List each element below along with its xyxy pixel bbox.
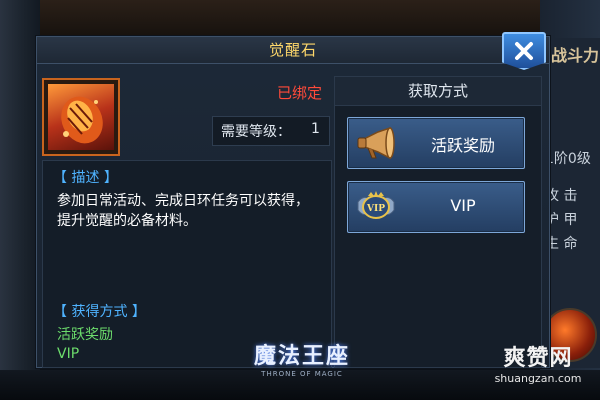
vip-button[interactable]: VIP VIP [347, 181, 525, 233]
combat-power-label: 战斗力 [551, 46, 600, 65]
level-label: 需要等级： [221, 124, 291, 140]
svg-text:VIP: VIP [366, 204, 385, 214]
left-background-scene [0, 0, 40, 400]
horn-icon [357, 126, 395, 160]
activity-reward-button[interactable]: 活跃奖励 [347, 117, 525, 169]
watermark-en: shuangzan.com [494, 372, 582, 385]
level-value: 1 [311, 121, 320, 137]
item-info-column: 已绑定 需要等级： 1 【 描述 】 参加日常活动、完成日环任务可以获得，提升觉… [42, 70, 332, 368]
dialog-header: 觉醒石 [37, 37, 549, 64]
vip-badge-icon: VIP [357, 191, 395, 219]
description-heading: 【 描述 】 [53, 170, 118, 186]
level-requirement: 需要等级： 1 [212, 116, 330, 146]
item-slot[interactable] [42, 78, 120, 156]
description-box: 【 描述 】 参加日常活动、完成日环任务可以获得，提升觉醒的必备材料。 【 获得… [42, 160, 332, 368]
obtain-method-vip: VIP [57, 346, 80, 362]
bound-status: 已绑定 [276, 84, 322, 102]
activity-reward-label: 活跃奖励 [430, 136, 495, 155]
background-stats-panel: 战斗力 1阶0级 攻 击 护 甲 生 命 [543, 38, 600, 368]
site-watermark: 爽赞网 shuangzan.com [476, 340, 600, 396]
stage-level-text: 1阶0级 [545, 151, 591, 167]
obtain-heading: 【 获得方式 】 [53, 304, 146, 320]
acquire-panel: 获取方式 活跃奖励 VIP VIP [334, 76, 542, 368]
description-text: 参加日常活动、完成日环任务可以获得，提升觉醒的必备材料。 [57, 193, 309, 229]
game-logo-text: 魔法王座 [253, 344, 350, 369]
top-background [0, 0, 600, 36]
game-logo: 魔法王座 THRONE OF MAGIC [214, 338, 390, 388]
dialog-title: 觉醒石 [268, 41, 317, 59]
obtain-method-activity: 活跃奖励 [57, 327, 113, 343]
close-button[interactable] [502, 32, 546, 70]
acquire-header: 获取方式 [335, 77, 541, 106]
game-logo-subtext: THRONE OF MAGIC [261, 370, 343, 378]
vip-label: VIP [450, 196, 476, 215]
awakening-stone-icon [48, 84, 114, 150]
acquire-title: 获取方式 [407, 82, 468, 100]
watermark-cn: 爽赞网 [503, 346, 573, 371]
close-icon [515, 42, 533, 60]
